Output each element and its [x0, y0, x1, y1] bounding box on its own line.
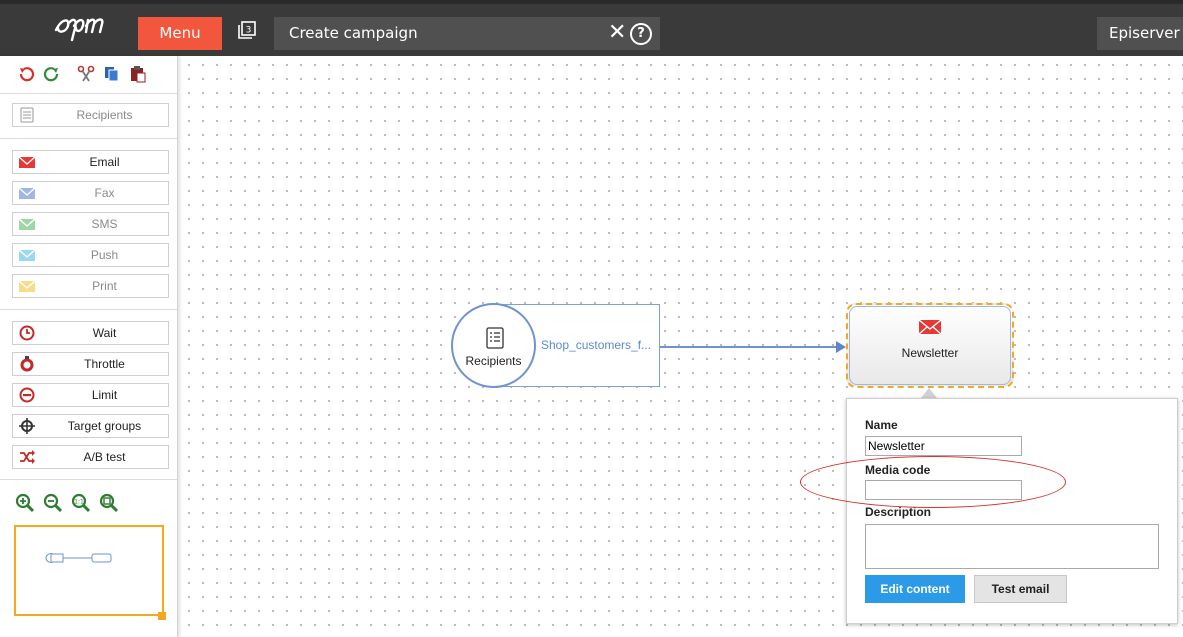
copy-icon[interactable] [102, 64, 122, 84]
help-icon[interactable]: ? [630, 23, 652, 45]
paste-icon[interactable] [128, 64, 148, 84]
clock-icon [19, 325, 35, 341]
toolbox-sidebar: Recipients Email Fax SMS Push Print Wait… [0, 56, 178, 637]
toolbox-label: Email [89, 155, 120, 169]
toolbox-fax[interactable]: Fax [12, 181, 169, 205]
toolbox-recipients[interactable]: Recipients [12, 103, 169, 127]
media-code-label: Media code [865, 463, 931, 477]
toolbox-label: Push [90, 248, 119, 262]
toolbox-ab-test[interactable]: A/B test [12, 445, 169, 469]
divider [0, 138, 177, 139]
toolbox-label: A/B test [83, 450, 126, 464]
media-code-field[interactable] [865, 480, 1022, 500]
toolbox-label: SMS [91, 217, 118, 231]
brand-label[interactable]: Episerver [1097, 17, 1183, 50]
throttle-icon [19, 356, 35, 372]
divider [0, 309, 177, 310]
recipients-list-icon [19, 107, 35, 123]
newsletter-node-label: Newsletter [901, 346, 959, 360]
toolbox-wait[interactable]: Wait [12, 321, 169, 345]
description-label: Description [865, 505, 932, 519]
node-properties-popup: Name Media code Description Edit content… [846, 398, 1178, 624]
toolbox-label: Print [92, 279, 117, 293]
menu-button[interactable]: Menu [138, 17, 222, 50]
push-icon [18, 247, 36, 263]
toolbox-label: Wait [92, 326, 117, 340]
email-icon [918, 319, 942, 339]
recipients-list-name[interactable]: Shop_customers_f... [541, 338, 651, 352]
windows-count-icon[interactable]: 3 [237, 20, 257, 40]
fax-icon [18, 185, 36, 201]
toolbox-label: Limit [91, 388, 118, 402]
svg-text:1:1: 1:1 [74, 499, 84, 506]
zoom-reset-icon[interactable]: 1:1 [71, 493, 91, 513]
toolbox-label: Throttle [84, 357, 125, 371]
limit-icon [19, 387, 35, 403]
name-label: Name [865, 418, 898, 432]
toolbox-target-groups[interactable]: Target groups [12, 414, 169, 438]
recipients-node[interactable]: Recipients [451, 303, 536, 388]
description-field[interactable] [865, 524, 1159, 569]
shuffle-icon [19, 449, 35, 465]
toolbox-print[interactable]: Print [12, 274, 169, 298]
sms-icon [18, 216, 36, 232]
test-email-button[interactable]: Test email [974, 575, 1067, 603]
flow-connector[interactable] [660, 346, 838, 348]
minimap-resize-handle[interactable] [158, 612, 166, 620]
toolbox-sms[interactable]: SMS [12, 212, 169, 236]
zoom-toolbar: 1:1 [15, 493, 119, 513]
toolbox-email[interactable]: Email [12, 150, 169, 174]
top-bar: Menu 3 Create campaign ✕ ? Episerver [0, 0, 1183, 56]
edit-content-button[interactable]: Edit content [865, 575, 965, 603]
divider [0, 93, 177, 94]
edit-toolbar [16, 63, 148, 85]
close-icon[interactable]: ✕ [608, 18, 626, 48]
minimap[interactable] [14, 525, 164, 616]
connector-arrowhead [836, 341, 846, 353]
epi-logo[interactable] [52, 12, 122, 46]
undo-icon[interactable] [16, 64, 36, 84]
zoom-out-icon[interactable] [43, 493, 63, 513]
toolbox-label: Fax [94, 186, 115, 200]
page-title: Create campaign [274, 17, 660, 50]
redo-icon[interactable] [42, 64, 62, 84]
zoom-in-icon[interactable] [15, 493, 35, 513]
toolbox-throttle[interactable]: Throttle [12, 352, 169, 376]
page-title-text: Create campaign [289, 24, 418, 42]
recipients-list-icon [486, 327, 504, 353]
name-field[interactable] [865, 436, 1022, 456]
newsletter-node[interactable]: Newsletter [846, 303, 1014, 388]
window-count-text: 3 [246, 26, 252, 36]
target-icon [19, 418, 35, 434]
recipients-node-label: Recipients [465, 354, 522, 368]
email-icon [18, 154, 36, 170]
cut-icon[interactable] [76, 64, 96, 84]
toolbox-label: Target groups [67, 419, 142, 433]
popup-pointer [921, 388, 937, 398]
print-icon [18, 278, 36, 294]
zoom-fit-icon[interactable] [99, 493, 119, 513]
toolbox-label: Recipients [76, 108, 133, 122]
divider [0, 479, 177, 480]
toolbox-push[interactable]: Push [12, 243, 169, 267]
toolbox-limit[interactable]: Limit [12, 383, 169, 407]
